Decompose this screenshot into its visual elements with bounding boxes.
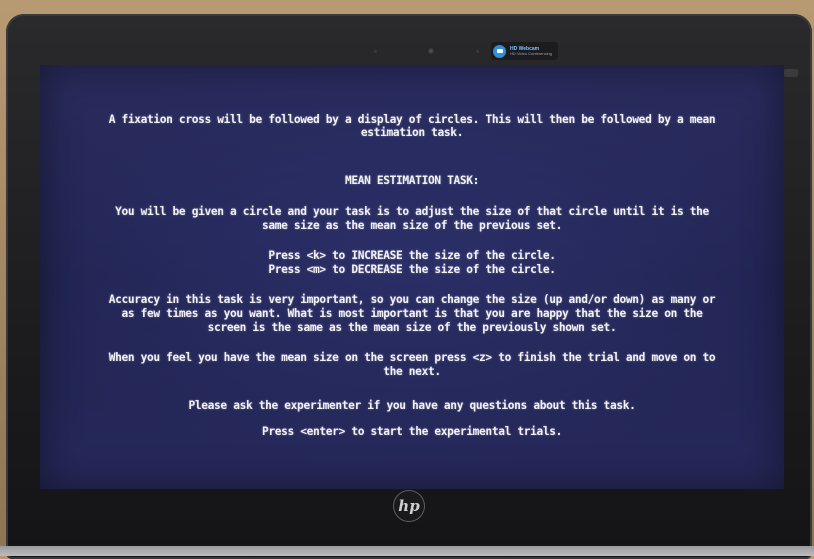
accuracy-line-3: screen is the same as the mean size of t… xyxy=(207,321,617,334)
laptop-hinge xyxy=(0,546,814,556)
task-line-1: You will be given a circle and your task… xyxy=(115,205,709,218)
finish-line-2: the next. xyxy=(383,365,441,378)
task-line-2: same size as the mean size of the previo… xyxy=(261,219,563,232)
questions-line: Please ask the experimenter if you have … xyxy=(188,399,636,412)
bezel-tab xyxy=(784,69,798,77)
start-prompt: Press <enter> to start the experimental … xyxy=(261,425,563,438)
sensor-dot xyxy=(374,50,377,53)
sensor-dot xyxy=(476,50,479,53)
accuracy-line-1: Accuracy in this task is very important,… xyxy=(108,293,716,306)
intro-line-2: estimation task. xyxy=(360,126,464,139)
increase-key-instruction: Press <k> to INCREASE the size of the ci… xyxy=(268,249,556,262)
finish-line-1: When you feel you have the mean size on … xyxy=(108,351,716,364)
decrease-key-instruction: Press <m> to DECREASE the size of the ci… xyxy=(268,263,556,276)
webcam-notification: HD Webcam HD Video Conferencing xyxy=(491,42,558,60)
experiment-instructions-screen: A fixation cross will be followed by a d… xyxy=(40,65,784,489)
notification-subtitle: HD Video Conferencing xyxy=(510,50,552,56)
hp-logo: hp xyxy=(394,491,424,521)
intro-line-1: A fixation cross will be followed by a d… xyxy=(108,113,716,126)
webcam-lens xyxy=(427,47,435,55)
section-heading: MEAN ESTIMATION TASK: xyxy=(344,174,480,187)
accuracy-line-2: as few times as you want. What is most i… xyxy=(121,307,703,320)
webcam-icon xyxy=(493,44,506,58)
